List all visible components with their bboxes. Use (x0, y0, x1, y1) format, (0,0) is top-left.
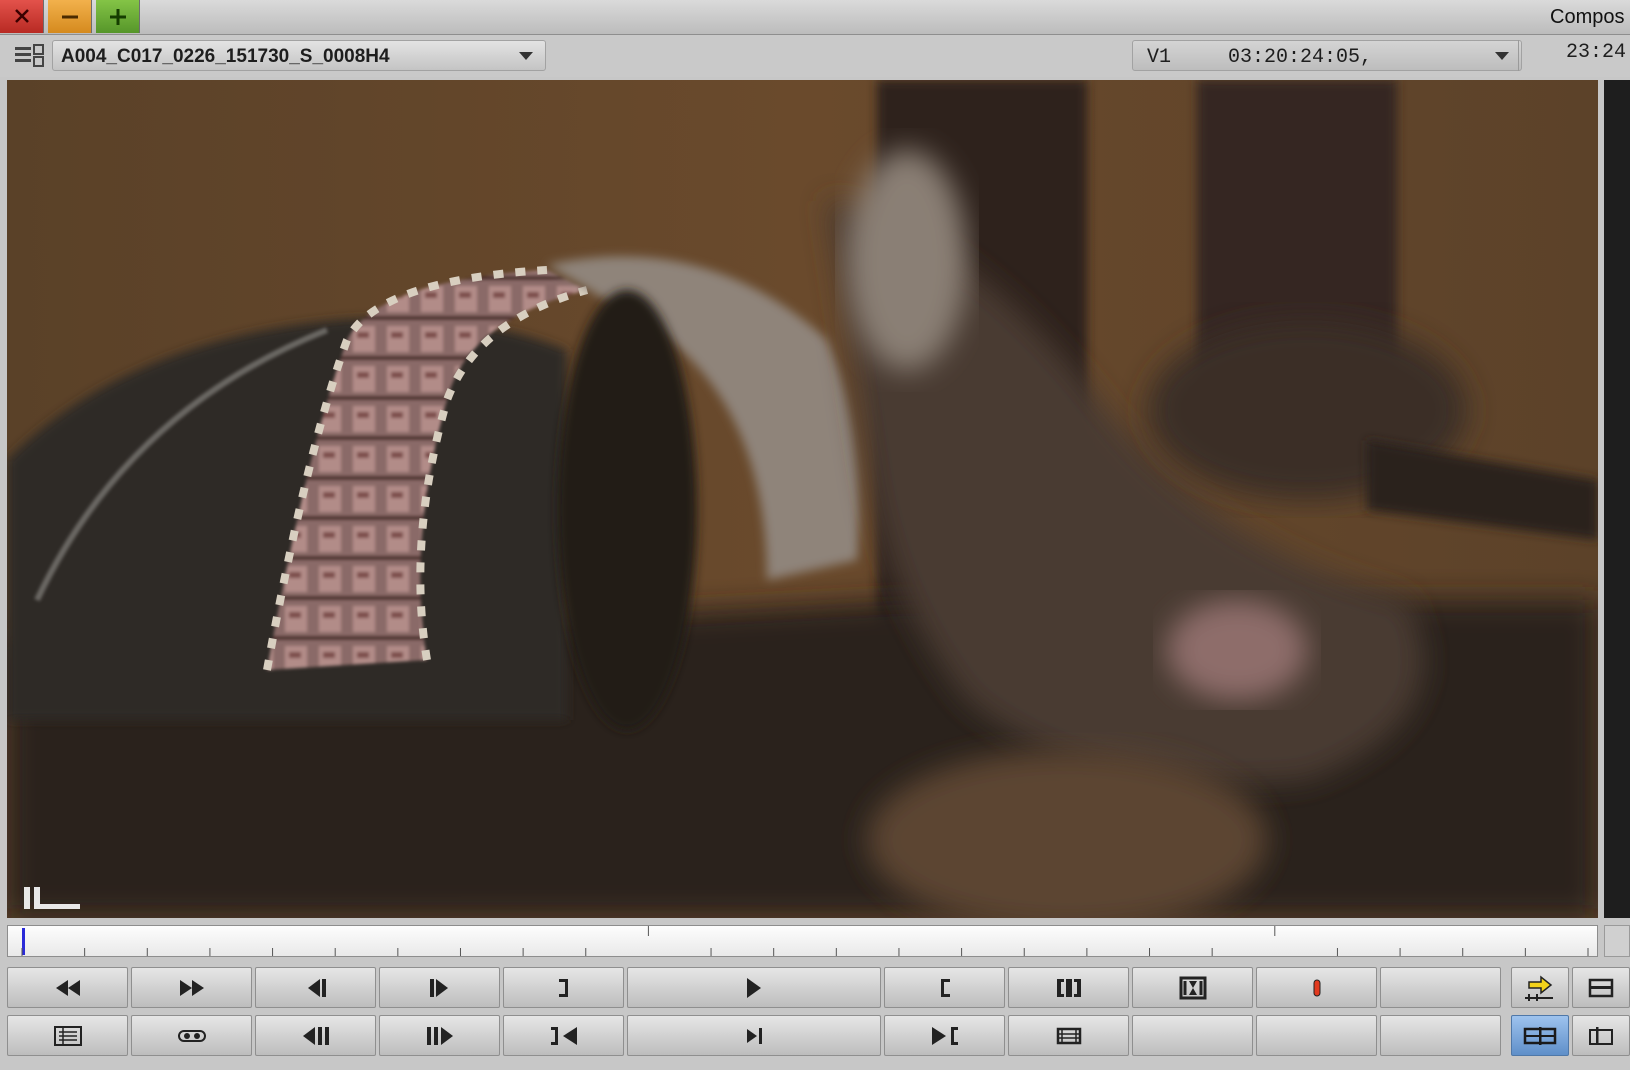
empty-button[interactable] (1132, 1015, 1253, 1056)
tape-button[interactable] (131, 1015, 252, 1056)
dual-monitor-button[interactable] (1511, 1015, 1569, 1056)
video-frame-image (7, 80, 1598, 918)
step-backward-button[interactable] (255, 967, 376, 1008)
single-monitor-icon (1588, 978, 1614, 997)
video-frame (7, 80, 1598, 918)
minimize-button[interactable] (48, 0, 92, 33)
go-to-in-button[interactable] (503, 1015, 624, 1056)
mark-out-button[interactable] (503, 967, 624, 1008)
add-marker-button[interactable] (1256, 967, 1377, 1008)
go-to-previous-edit-icon (302, 1026, 329, 1045)
timecode-right: 23:24 (1566, 41, 1627, 64)
empty-button[interactable] (1256, 1015, 1377, 1056)
mark-clip-button[interactable] (1008, 967, 1129, 1008)
play-in-to-out-button[interactable] (627, 1015, 881, 1056)
go-to-next-edit-icon (426, 1026, 453, 1045)
window-title: Compos (1550, 6, 1625, 28)
track-label: V1 (1147, 46, 1172, 69)
go-to-out-icon (931, 1026, 958, 1045)
split-view-icon (1589, 1026, 1613, 1045)
timecode-display[interactable]: V1 03:20:24:05, (1132, 40, 1522, 71)
clip-list-button[interactable] (7, 1015, 128, 1056)
record-monitor-edge (1604, 80, 1630, 918)
fast-forward-icon (179, 979, 204, 996)
position-bar-right (1604, 925, 1630, 957)
step-forward-icon (429, 978, 448, 997)
maximize-button[interactable] (96, 0, 140, 33)
rewind-icon (55, 979, 80, 996)
clear-marks-button[interactable] (1132, 967, 1253, 1008)
step-forward-button[interactable] (379, 967, 500, 1008)
letterbox-icon (24, 887, 80, 909)
minimize-icon (62, 15, 78, 19)
go-to-out-button[interactable] (884, 1015, 1005, 1056)
single-monitor-button[interactable] (1572, 967, 1630, 1008)
match-frame-button[interactable] (1008, 1015, 1129, 1056)
go-to-in-icon (550, 1026, 577, 1045)
position-bar-ticks (21, 926, 1589, 956)
go-to-previous-edit-button[interactable] (255, 1015, 376, 1056)
position-bar[interactable] (7, 925, 1598, 957)
maximize-icon (110, 9, 126, 25)
clear-marks-icon (1179, 976, 1206, 999)
play-icon (747, 977, 761, 998)
empty-button[interactable] (1380, 967, 1501, 1008)
status-strip (0, 1060, 1630, 1070)
split-view-button[interactable] (1572, 1015, 1630, 1056)
close-icon (15, 9, 29, 23)
clip-name-dropdown[interactable]: A004_C017_0226_151730_S_0008H4 (52, 40, 546, 71)
play-button[interactable] (627, 967, 881, 1008)
title-bar: Compos (0, 0, 1630, 35)
chevron-down-icon[interactable] (1495, 52, 1509, 61)
fast-forward-button[interactable] (131, 967, 252, 1008)
add-marker-icon (1313, 979, 1320, 996)
clip-list-icon (53, 1025, 82, 1046)
go-to-next-edit-button[interactable] (379, 1015, 500, 1056)
source-record-toggle-button[interactable] (1511, 967, 1569, 1008)
monitor-toolbar: A004_C017_0226_151730_S_0008H4 V1 03:20:… (0, 35, 1630, 77)
mark-in-button[interactable] (884, 967, 1005, 1008)
mark-in-icon (940, 978, 950, 997)
clip-menu-icon[interactable] (14, 43, 44, 69)
rewind-button[interactable] (7, 967, 128, 1008)
step-backward-icon (307, 978, 326, 997)
source-record-toggle-icon (1525, 974, 1553, 1001)
divider (1518, 40, 1519, 71)
empty-button[interactable] (1380, 1015, 1501, 1056)
mark-out-icon (558, 978, 568, 997)
chevron-down-icon (519, 52, 533, 60)
play-in-to-out-icon (747, 1027, 762, 1044)
clip-name: A004_C017_0226_151730_S_0008H4 (61, 46, 390, 67)
tape-icon (177, 1029, 206, 1042)
close-button[interactable] (0, 0, 44, 33)
timecode-value: 03:20:24:05, (1228, 46, 1373, 69)
dual-monitor-icon (1523, 1026, 1557, 1045)
mark-clip-icon (1056, 978, 1081, 997)
match-frame-icon (1056, 1027, 1081, 1044)
